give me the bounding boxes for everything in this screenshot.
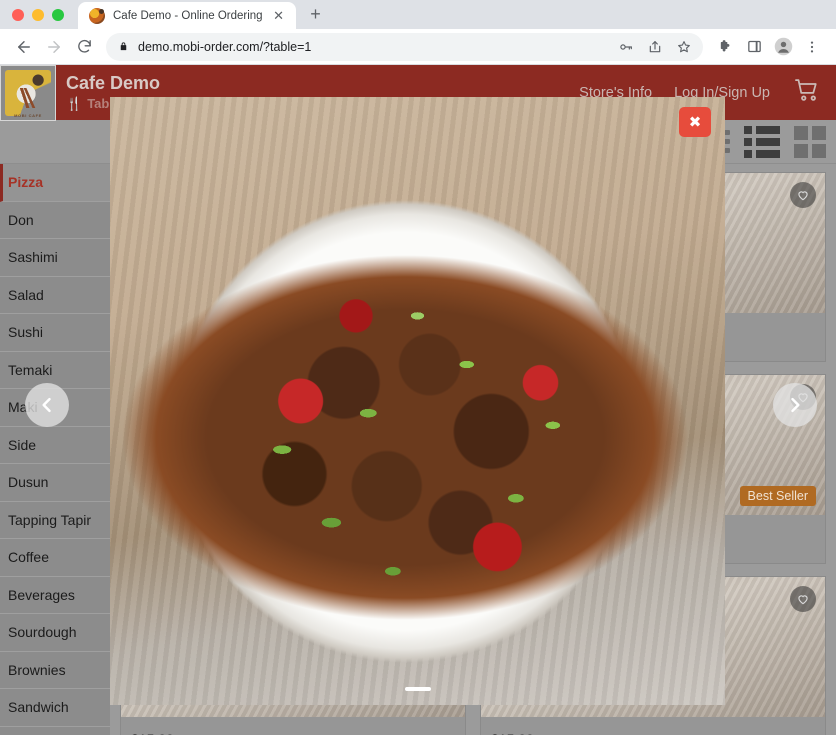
grid-view-button[interactable]	[794, 125, 826, 158]
back-arrow-icon[interactable]	[10, 33, 38, 61]
category-label: Brownies	[8, 661, 66, 678]
sidebar-item-coffee[interactable]: Coffee	[0, 539, 110, 577]
product-price: $15.00	[481, 725, 825, 735]
detail-list-view-icon	[744, 125, 780, 158]
close-tab-icon[interactable]: ✕	[271, 8, 287, 24]
sidebar-item-pizza[interactable]: Pizza	[0, 164, 110, 202]
product-title	[481, 717, 825, 725]
three-dot-menu-icon[interactable]	[798, 33, 826, 61]
puzzle-piece-icon[interactable]	[711, 33, 739, 61]
browser-toolbar: demo.mobi-order.com/?table=1	[0, 29, 836, 64]
browser-tab[interactable]: Cafe Demo - Online Ordering ✕	[78, 2, 296, 29]
side-panel-icon[interactable]	[740, 33, 768, 61]
favorite-heart-icon[interactable]	[790, 586, 816, 612]
site-logo[interactable]: MOBI CAFE	[0, 65, 56, 121]
address-bar[interactable]: demo.mobi-order.com/?table=1	[106, 32, 703, 61]
sidebar-item-sashimi[interactable]: Sashimi	[0, 239, 110, 277]
tab-title: Cafe Demo - Online Ordering	[113, 9, 263, 22]
share-icon[interactable]	[642, 34, 668, 60]
sidebar-item-temaki[interactable]: Temaki	[0, 352, 110, 389]
minimize-window-button[interactable]	[32, 8, 44, 21]
favorite-heart-icon[interactable]	[790, 182, 816, 208]
category-label: Sashimi	[8, 249, 58, 266]
category-label: Sushi	[8, 324, 44, 341]
category-label: Beverages	[8, 586, 75, 603]
sidebar-item-sushi[interactable]: Sushi	[0, 314, 110, 352]
category-label: Side	[8, 436, 37, 453]
cutlery-icon: 🍴	[66, 95, 83, 111]
close-window-button[interactable]	[12, 8, 24, 21]
category-label: Salad	[8, 286, 44, 303]
category-label: Coffee	[8, 549, 49, 566]
sidebar-item-salad[interactable]: Salad	[0, 277, 110, 314]
omnibox-action-icons	[613, 34, 697, 60]
category-label: Don	[8, 211, 34, 228]
window-traffic-lights	[12, 0, 78, 29]
profile-avatar-icon[interactable]	[769, 33, 797, 61]
key-icon[interactable]	[613, 34, 639, 60]
chevron-left-icon	[42, 397, 51, 413]
reload-icon[interactable]	[70, 33, 98, 61]
shopping-cart-icon[interactable]	[792, 76, 822, 109]
category-label: Sourdough	[8, 624, 77, 641]
grid-view-icon	[794, 125, 826, 158]
new-tab-button[interactable]: +	[302, 0, 330, 28]
maximize-window-button[interactable]	[52, 8, 64, 21]
logo-chopsticks-icon	[4, 88, 46, 108]
detail-list-view-button[interactable]	[744, 125, 780, 158]
lock-icon	[120, 42, 127, 51]
toolbar-right-icons	[711, 33, 826, 61]
lightbox-photo	[110, 97, 725, 705]
tab-favicon-icon	[89, 7, 105, 24]
carousel-prev-button[interactable]	[25, 383, 69, 427]
product-title	[121, 717, 465, 725]
lightbox-overlay: ✖	[0, 0, 836, 735]
product-image-lightbox: ✖	[110, 97, 725, 705]
carousel-next-button[interactable]	[773, 383, 817, 427]
best-seller-badge: Best Seller	[739, 486, 816, 506]
sidebar-item-brownies[interactable]: Brownies	[0, 652, 110, 689]
sidebar-item-pasta[interactable]: Pasta	[0, 727, 110, 735]
category-label: Pizza	[8, 174, 44, 191]
chevron-right-icon	[791, 397, 800, 413]
tab-strip: Cafe Demo - Online Ordering ✕ +	[0, 0, 836, 29]
category-sidebar: Pizza Don Sashimi Salad Sushi Temaki Mak…	[0, 164, 110, 735]
sidebar-item-dusun[interactable]: Dusun	[0, 464, 110, 502]
sidebar-item-tapping-tapir[interactable]: Tapping Tapir	[0, 502, 110, 539]
category-label: Temaki	[8, 361, 53, 378]
lightbox-carousel-indicator[interactable]	[404, 687, 431, 691]
sidebar-item-don[interactable]: Don	[0, 202, 110, 239]
sidebar-item-sandwich[interactable]: Sandwich	[0, 689, 110, 727]
sidebar-item-sourdough[interactable]: Sourdough	[0, 614, 110, 652]
sidebar-item-side[interactable]: Side	[0, 427, 110, 464]
product-price: $15.00	[121, 725, 465, 735]
url-text[interactable]: demo.mobi-order.com/?table=1	[138, 40, 311, 54]
logo-caption: MOBI CAFE	[14, 113, 42, 118]
category-label: Dusun	[8, 474, 49, 491]
brand-title: Cafe Demo	[66, 73, 161, 94]
browser-window: Cafe Demo - Online Ordering ✕ + demo.mob…	[0, 0, 836, 735]
forward-arrow-icon[interactable]	[40, 33, 68, 61]
star-icon[interactable]	[671, 34, 697, 60]
sidebar-item-beverages[interactable]: Beverages	[0, 577, 110, 614]
close-lightbox-button[interactable]: ✖	[679, 107, 711, 137]
category-label: Sandwich	[8, 699, 69, 716]
category-label: Tapping Tapir	[8, 511, 92, 528]
